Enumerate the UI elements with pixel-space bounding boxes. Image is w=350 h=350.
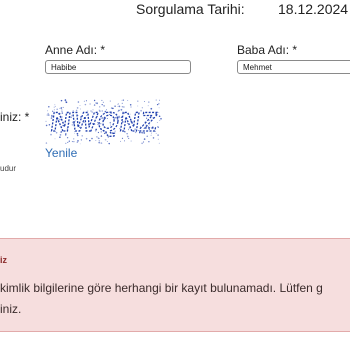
captcha-noise-dot <box>121 137 123 140</box>
captcha-noise-dot <box>47 112 49 115</box>
mother-name-label: Anne Adı: * <box>45 43 106 57</box>
captcha-noise-dot <box>137 100 139 102</box>
captcha-noise-dot <box>128 137 130 139</box>
captcha-noise-dot <box>152 137 155 139</box>
captcha-noise-dot <box>54 138 56 140</box>
captcha-refresh-link[interactable]: Yenile <box>45 146 77 160</box>
captcha-noise-dot <box>159 119 161 121</box>
query-date-value: 18.12.2024 1 <box>278 1 350 17</box>
captcha-noise-dot <box>64 99 67 101</box>
captcha-noise-dot <box>130 140 132 142</box>
captcha-noise-dot <box>121 102 123 105</box>
captcha-noise-dot <box>98 141 101 144</box>
captcha-noise-dot <box>71 141 73 143</box>
captcha-noise-dot <box>67 141 69 143</box>
captcha-noise-dot <box>159 99 161 101</box>
captcha-noise-dot <box>79 143 81 145</box>
required-note: udur <box>0 164 17 173</box>
captcha-noise-dot <box>48 106 50 108</box>
captcha-noise-dot <box>120 140 122 142</box>
captcha-noise-dot <box>158 115 161 117</box>
captcha-noise-dot <box>124 140 125 142</box>
mother-name-input[interactable] <box>45 60 191 74</box>
query-date-label: Sorgulama Tarihi: <box>136 1 245 17</box>
captcha-noise-dot <box>47 114 49 116</box>
captcha-noise-dot <box>89 103 91 105</box>
captcha-noise-dot <box>158 142 160 144</box>
captcha-noise-dot <box>46 114 49 116</box>
captcha-noise-dot <box>121 99 123 101</box>
captcha-noise-dot <box>85 100 87 102</box>
captcha-noise-dot <box>141 142 143 145</box>
captcha-noise-dot <box>96 102 98 105</box>
captcha-noise-dot <box>122 99 124 101</box>
father-name-input[interactable] <box>237 60 350 74</box>
captcha-noise-dot <box>148 101 150 103</box>
captcha-noise-dot <box>157 134 159 136</box>
captcha-svg: NWQNZ <box>45 99 162 145</box>
captcha-label: iniz: * <box>0 110 30 124</box>
captcha-noise-dot <box>142 141 145 143</box>
captcha-noise-dot <box>157 126 159 128</box>
captcha-noise-dot <box>157 138 159 140</box>
captcha-noise-dot <box>93 99 96 102</box>
captcha-noise-dot <box>101 99 103 101</box>
alert-message-line1: kimlik bilgilerine göre herhangi bir kay… <box>0 281 323 295</box>
captcha-noise-dot <box>68 140 70 142</box>
captcha-image: NWQNZ <box>45 97 163 147</box>
captcha-noise-dot <box>84 103 87 106</box>
captcha-noise-dot <box>73 138 75 140</box>
father-name-label: Baba Adı: * <box>237 43 298 57</box>
captcha-noise-dot <box>98 140 101 142</box>
captcha-noise-dot <box>91 137 93 140</box>
captcha-noise-dot <box>45 120 47 123</box>
alert-message-line2: iniz. <box>0 302 22 316</box>
captcha-noise-dot <box>101 103 103 106</box>
captcha-noise-dot <box>89 139 91 142</box>
captcha-noise-dot <box>80 139 83 141</box>
captcha-noise-dot <box>76 141 79 143</box>
captcha-noise-dot <box>47 110 49 112</box>
captcha-noise-dot <box>144 100 146 102</box>
captcha-noise-dot <box>83 100 85 102</box>
captcha-noise-dot <box>157 102 160 105</box>
captcha-noise-dot <box>156 103 159 106</box>
captcha-noise-dot <box>117 103 119 105</box>
captcha-noise-dot <box>97 137 99 139</box>
captcha-noise-dot <box>155 99 157 101</box>
alert-title: iz <box>0 255 8 265</box>
captcha-noise-dot <box>100 142 103 144</box>
captcha-noise-dot <box>65 142 67 145</box>
captcha-noise-dot <box>102 101 104 103</box>
captcha-noise-dot <box>109 100 111 102</box>
captcha-noise-dot <box>77 101 80 103</box>
captcha-noise-dot <box>45 142 48 144</box>
captcha-noise-dot <box>77 140 79 142</box>
captcha-noise-dot <box>108 142 110 145</box>
captcha-noise-dot <box>95 102 97 104</box>
captcha-noise-dot <box>45 124 48 127</box>
captcha-noise-dot <box>106 141 108 142</box>
captcha-noise-dot <box>95 140 97 141</box>
captcha-noise-dot <box>73 141 75 143</box>
captcha-noise-dot <box>104 138 107 141</box>
captcha-noise-dot <box>85 137 88 140</box>
captcha-noise-dot <box>66 137 69 139</box>
captcha-noise-dot <box>60 99 63 102</box>
captcha-code-text: NWQNZ <box>49 106 160 137</box>
captcha-noise-dot <box>65 101 67 103</box>
captcha-noise-dot <box>127 100 129 102</box>
captcha-noise-dot <box>143 138 146 140</box>
captcha-noise-dot <box>148 141 150 143</box>
captcha-noise-dot <box>160 117 162 120</box>
